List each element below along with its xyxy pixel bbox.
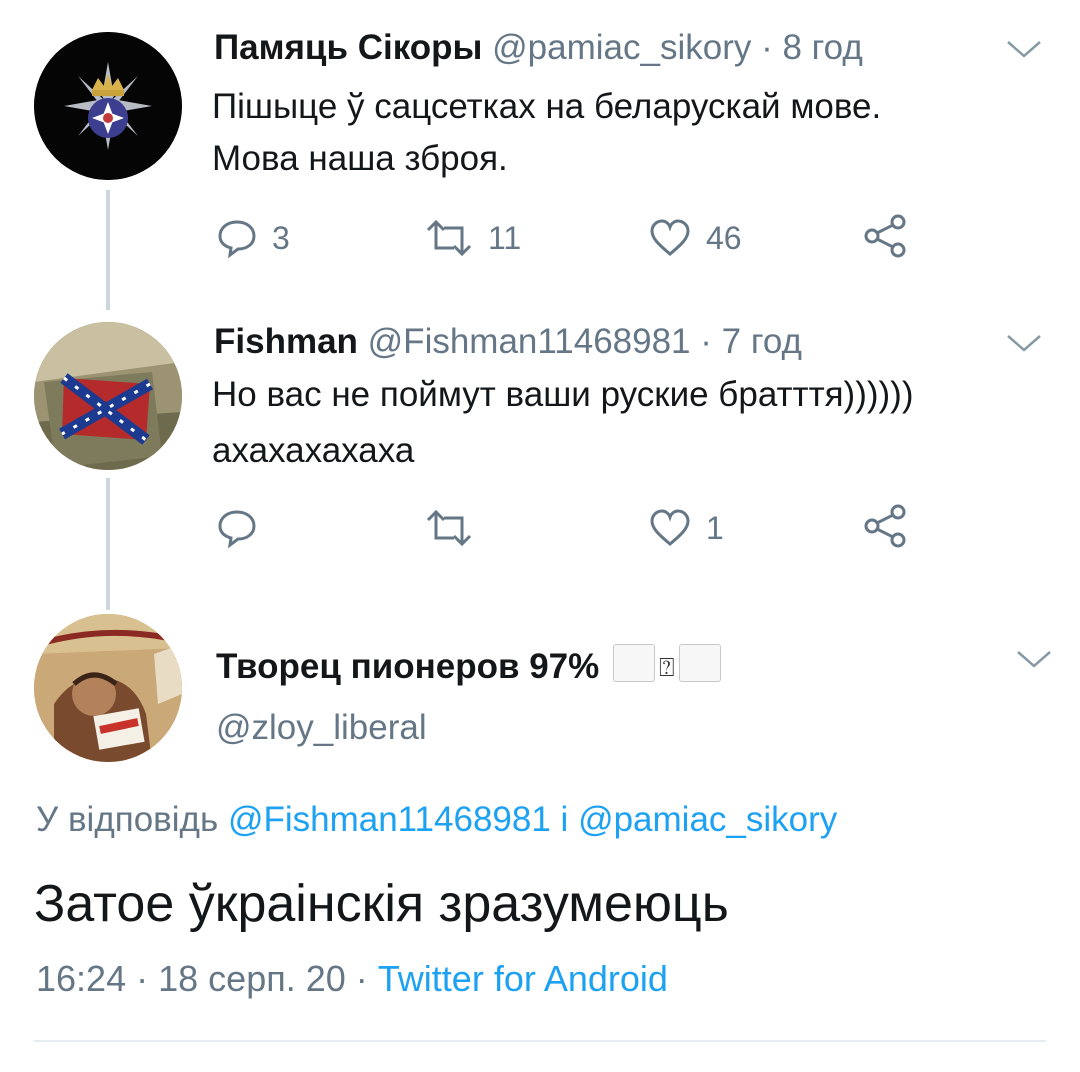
- tweet-text: Затое ўкраінскія зразумеюць: [34, 875, 729, 933]
- like-count: 46: [706, 219, 742, 256]
- separator: ·: [355, 958, 368, 999]
- reply-button[interactable]: [216, 508, 272, 548]
- share-icon: [864, 504, 906, 548]
- tweet-date: 18 серп. 20: [158, 958, 346, 999]
- reply-icon: [218, 220, 256, 258]
- retweet-icon: [426, 509, 472, 547]
- thread-line: [106, 478, 110, 610]
- avatar[interactable]: [34, 614, 182, 762]
- user-handle[interactable]: @Fishman11468981: [368, 322, 691, 361]
- tweet-source-link[interactable]: Twitter for Android: [378, 958, 668, 999]
- like-button[interactable]: 1: [648, 508, 724, 548]
- tweet-text-line: Мова наша зброя.: [212, 139, 508, 178]
- timestamp[interactable]: 8 год: [782, 28, 862, 67]
- retweet-icon: [426, 219, 472, 257]
- order-star-image: [34, 32, 182, 180]
- retweet-count: 11: [488, 219, 522, 256]
- chevron-down-icon[interactable]: [1004, 38, 1044, 62]
- tweet-footer: 16:24 · 18 серп. 20 · Twitter for Androi…: [36, 958, 668, 1000]
- tweet-text-line: ахахахахаха: [212, 431, 415, 470]
- retweet-button[interactable]: 11: [424, 218, 521, 258]
- chevron-down-icon[interactable]: [1014, 648, 1054, 672]
- reply-icon: [218, 510, 256, 548]
- timestamp[interactable]: 7 год: [722, 322, 802, 361]
- avatar[interactable]: [34, 32, 182, 180]
- missing-glyph-box: [613, 644, 655, 682]
- retweet-button[interactable]: [424, 508, 488, 548]
- tweet-header: Памяць Сікоры @pamiac_sikory · 8 год: [214, 28, 863, 68]
- tweet-text-line: Пішыце ў сацсетках на беларускай мове.: [212, 87, 882, 126]
- separator: ·: [751, 28, 783, 67]
- like-icon: [650, 509, 690, 546]
- tweet-text-line: Но вас не поймут ваши руские братття))))…: [212, 375, 914, 414]
- thread-line: [106, 190, 110, 310]
- like-button[interactable]: 46: [648, 218, 742, 258]
- like-icon: [650, 219, 690, 256]
- share-icon: [864, 214, 906, 258]
- user-handle[interactable]: @zloy_liberal: [216, 708, 427, 748]
- avatar[interactable]: [34, 322, 182, 470]
- chevron-down-icon[interactable]: [1004, 332, 1044, 356]
- display-name[interactable]: Творец пионеров 97%: [216, 647, 599, 686]
- replying-to: У відповідь @Fishman11468981 і @pamiac_s…: [36, 800, 837, 840]
- caricature-image: [34, 614, 182, 762]
- separator: ·: [136, 958, 149, 999]
- divider: [34, 1040, 1046, 1042]
- separator: ·: [690, 322, 722, 361]
- like-count: 1: [706, 509, 724, 546]
- reply-prefix: У відповідь: [36, 800, 219, 839]
- reply-count: 3: [272, 219, 290, 256]
- tweet-header: Творец пионеров 97% ⍰: [216, 644, 721, 687]
- reply-button[interactable]: 3: [216, 218, 290, 258]
- user-handle[interactable]: @pamiac_sikory: [492, 28, 751, 67]
- reply-mention-link[interactable]: @pamiac_sikory: [578, 800, 837, 839]
- display-name[interactable]: Памяць Сікоры: [214, 28, 482, 67]
- reply-joiner: і: [560, 800, 569, 839]
- display-name[interactable]: Fishman: [214, 322, 358, 361]
- reply-mention-link[interactable]: @Fishman11468981: [228, 800, 551, 839]
- share-button[interactable]: [862, 504, 908, 548]
- share-button[interactable]: [862, 214, 908, 258]
- missing-glyph: ⍰: [659, 652, 675, 682]
- missing-glyph-box: [678, 644, 721, 682]
- tweet-header: Fishman @Fishman11468981 · 7 год: [214, 322, 802, 362]
- patch-image: [34, 322, 182, 470]
- tweet-time: 16:24: [36, 958, 127, 999]
